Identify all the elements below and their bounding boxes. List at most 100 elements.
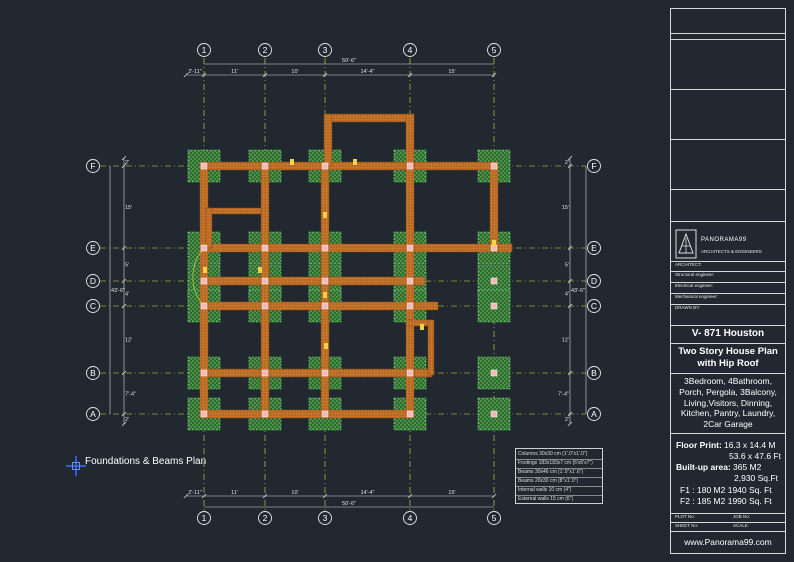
sheet-no-field: SHEET No: bbox=[675, 523, 699, 528]
bottom-dim-label: 11' bbox=[231, 490, 238, 496]
beam bbox=[320, 161, 330, 419]
beam-marker bbox=[290, 159, 294, 165]
grid-bubble-col-bottom: 3 bbox=[323, 513, 328, 523]
bottom-dim-label: 15' bbox=[448, 490, 455, 496]
built-area-label: Built-up area: bbox=[676, 462, 731, 472]
grid-bubble-col-top: 3 bbox=[323, 45, 328, 55]
right-dim-label: 2' bbox=[565, 160, 569, 166]
floor-print-ft: 53.6 x 47.6 Ft bbox=[729, 451, 781, 461]
floor1-area: F1 : 180 M2 1940 Sq. Ft bbox=[680, 485, 772, 495]
column bbox=[321, 369, 329, 377]
right-dim-label: 12' bbox=[562, 338, 569, 344]
beam bbox=[427, 319, 435, 376]
legend-row: Footings 183x183x7 cm (6'x6'x7") bbox=[518, 460, 593, 466]
left-dim-label: 2' bbox=[125, 160, 129, 166]
right-dim-label: 4' bbox=[565, 292, 569, 298]
beam bbox=[199, 301, 439, 311]
beams-layer bbox=[192, 113, 513, 419]
plot-no-field: PLOT No: bbox=[675, 514, 695, 519]
beam bbox=[205, 207, 213, 249]
column bbox=[490, 302, 498, 310]
footing-marker bbox=[316, 116, 317, 117]
beam bbox=[199, 368, 433, 378]
brand-subtitle: ARCHITECTS & ENGINEERS bbox=[701, 249, 762, 254]
beam-marker bbox=[323, 212, 327, 218]
field-electrical: Electrical engineer: bbox=[675, 283, 714, 288]
desc-line: 2Car Garage bbox=[703, 419, 753, 430]
grid-bubble-row-left: B bbox=[90, 368, 96, 378]
grid-bubble-col-top: 4 bbox=[408, 45, 413, 55]
field-mechanical: Mechanical engineer: bbox=[675, 294, 718, 299]
grid-bubble-col-top: 5 bbox=[492, 45, 497, 55]
column bbox=[200, 162, 208, 170]
column bbox=[406, 162, 414, 170]
grid-bubble-row-left: F bbox=[90, 161, 95, 171]
cad-sheet: 2'-11" 11' 10' 14'-4" 15' 50'-6" 2'-11" 11' 10' 1… bbox=[0, 0, 794, 562]
panorama-logo-icon bbox=[675, 229, 697, 259]
beam-marker bbox=[420, 324, 424, 330]
column bbox=[321, 162, 329, 170]
beam-marker bbox=[323, 292, 327, 298]
column bbox=[406, 369, 414, 377]
column bbox=[261, 410, 269, 418]
project-name-line1: Two Story House Plan bbox=[678, 346, 778, 357]
floor-print-m: 16.3 x 14.4 M bbox=[724, 440, 776, 450]
bottom-dim-label: 14'-4" bbox=[360, 490, 374, 496]
field-architect: ARCHITECT: bbox=[675, 262, 702, 267]
left-dim-label: 2' bbox=[125, 417, 129, 423]
desc-line: 3Bedroom, 4Bathroom, bbox=[684, 376, 772, 386]
grid-bubble-row-left: E bbox=[90, 243, 96, 253]
grid-bubble-row-left: D bbox=[90, 276, 96, 286]
beam bbox=[199, 276, 426, 286]
right-dim-label: 15' bbox=[562, 205, 569, 211]
top-dim-label: 2'-11" bbox=[188, 69, 202, 75]
left-dim-label: 15' bbox=[125, 205, 132, 211]
column bbox=[490, 369, 498, 377]
column bbox=[200, 410, 208, 418]
beam-marker bbox=[324, 343, 328, 349]
grid-bubble-row-left: A bbox=[90, 409, 96, 419]
ucs-icon bbox=[66, 456, 86, 476]
grid-bubble-col-bottom: 5 bbox=[492, 513, 497, 523]
drawing-title: Foundations & Beams Plan bbox=[85, 456, 207, 467]
bottom-dim-label: 2'-11" bbox=[188, 490, 202, 496]
grid-bubble-row-right: E bbox=[591, 243, 597, 253]
column bbox=[200, 369, 208, 377]
beam bbox=[205, 207, 262, 215]
desc-line: Living,Visitors, Dinning, bbox=[683, 397, 773, 408]
bottom-total-label: 50'-6" bbox=[342, 501, 356, 507]
grid-bubble-row-right: B bbox=[591, 368, 597, 378]
field-drawn-by: DRAWN BY: bbox=[675, 305, 701, 310]
beam bbox=[405, 113, 415, 167]
beam bbox=[260, 161, 270, 419]
left-dim-label: 4' bbox=[125, 292, 129, 298]
project-code: V- 871 Houston bbox=[691, 328, 765, 339]
desc-line: Porch, Pergola, 3Balcony, bbox=[679, 386, 777, 397]
column bbox=[200, 277, 208, 285]
job-no-field: JOB No: bbox=[733, 514, 751, 519]
title-block: PANORAMA99 ARCHITECTS & ENGINEERS ARCHIT… bbox=[670, 8, 786, 554]
legend-row: Columns 30x30 cm (1'.0"x1'.0") bbox=[518, 451, 588, 457]
beam bbox=[199, 409, 415, 419]
left-dim-label: 12' bbox=[125, 338, 132, 344]
legend-box: Columns 30x30 cm (1'.0"x1'.0") Footings … bbox=[515, 448, 603, 504]
column bbox=[261, 369, 269, 377]
beam-marker bbox=[353, 159, 357, 165]
grid-bubble-row-right: A bbox=[591, 409, 597, 419]
built-area-ft: 2,930 Sq.Ft bbox=[734, 473, 778, 483]
grid-bubble-row-right: C bbox=[591, 301, 597, 311]
legend-row: Beams 20x30 cm (8"x1'.0") bbox=[518, 478, 579, 484]
grid-bubble-row-right: F bbox=[591, 161, 596, 171]
column bbox=[406, 244, 414, 252]
built-area-m: 365 M2 bbox=[733, 462, 762, 472]
beam-marker bbox=[492, 240, 496, 246]
beam bbox=[199, 161, 499, 171]
column bbox=[261, 162, 269, 170]
beam-marker bbox=[258, 267, 262, 273]
legend-row: External walls 15 cm (6") bbox=[518, 496, 574, 502]
left-total-label: 43'-6" bbox=[111, 288, 125, 294]
beam bbox=[199, 161, 209, 419]
website: www.Panorama99.com bbox=[684, 537, 772, 547]
column bbox=[321, 410, 329, 418]
column bbox=[490, 410, 498, 418]
